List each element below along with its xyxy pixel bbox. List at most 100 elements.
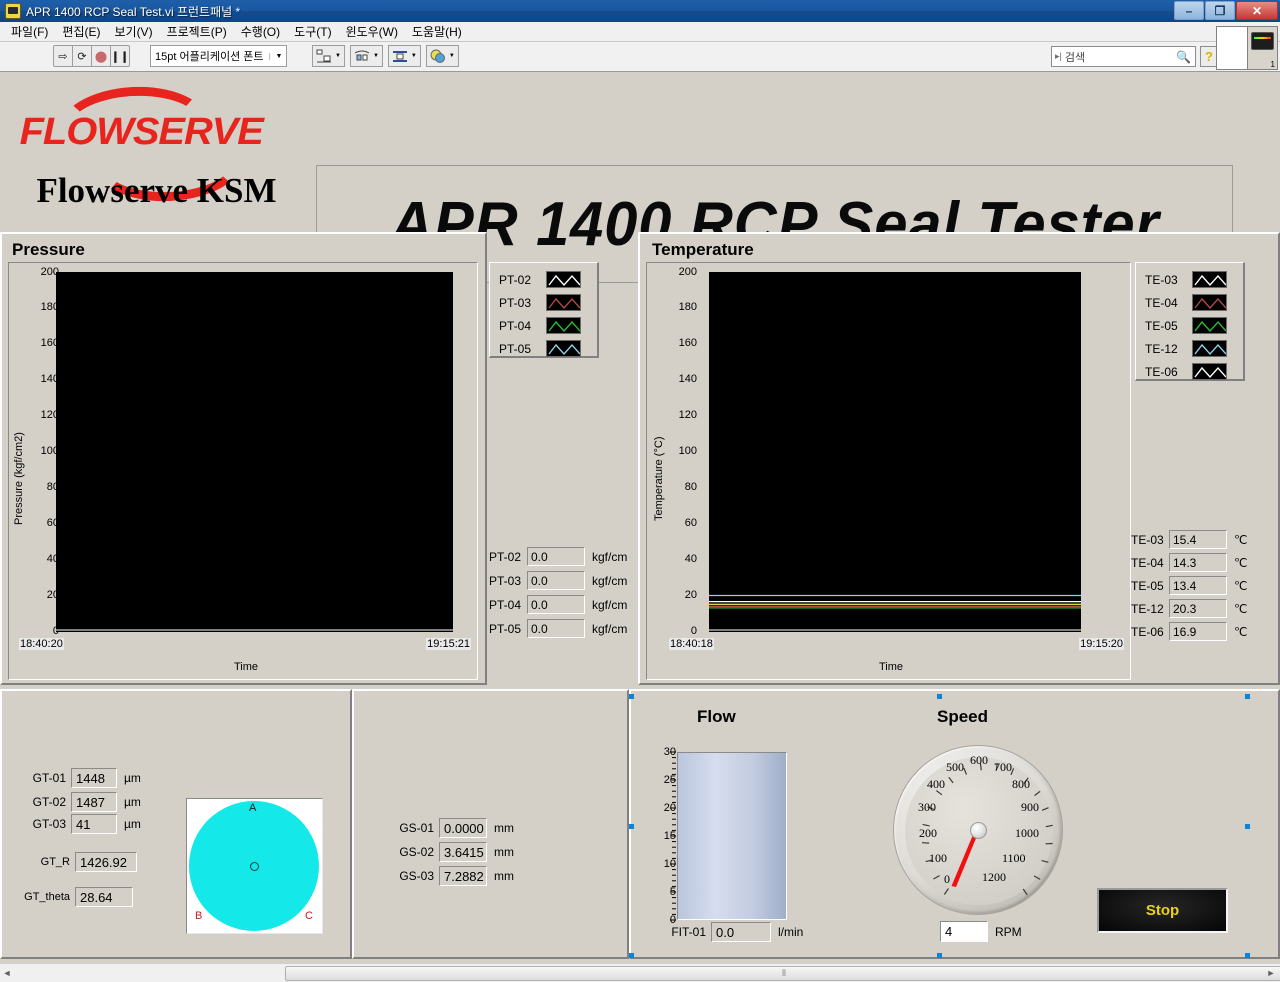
pressure-graph[interactable]: 200 180 160 140 120 100 80 60 40 20 0 Pr… [8, 262, 478, 680]
legend-plot-swatch[interactable] [1192, 271, 1227, 288]
gs-value[interactable]: 3.6415 [439, 842, 487, 862]
minimize-button[interactable]: – [1174, 1, 1204, 20]
scroll-right-arrow-icon[interactable]: ► [1264, 968, 1278, 978]
gt-value[interactable]: 1448 [71, 768, 117, 788]
pause-icon[interactable]: ❙❙ [110, 45, 130, 67]
selection-handle[interactable] [1245, 953, 1250, 958]
flow-tank-indicator[interactable] [677, 752, 787, 920]
stop-button[interactable]: Stop [1097, 888, 1228, 933]
gap-center-marker [250, 862, 259, 871]
indicator-value[interactable]: 0.0 [527, 547, 585, 566]
indicator-unit: kgf/cm [592, 621, 628, 636]
legend-item[interactable]: PT-02 [494, 268, 593, 291]
selection-handle[interactable] [629, 694, 634, 699]
selection-handle[interactable] [937, 953, 942, 958]
indicator-value[interactable]: 0.0 [527, 619, 585, 638]
flow-indicator-unit: l/min [778, 925, 804, 939]
gs-value[interactable]: 7.2882 [439, 866, 487, 886]
temperature-ytick: 120 [678, 409, 697, 421]
indicator-unit: ℃ [1234, 578, 1248, 593]
reorder-objects-icon[interactable]: ▼ [425, 45, 459, 67]
stop-button-label: Stop [1145, 902, 1180, 919]
selection-handle[interactable] [629, 953, 634, 958]
scroll-left-arrow-icon[interactable]: ◄ [0, 968, 14, 978]
menu-window[interactable]: 윈도우(W) [339, 21, 405, 42]
vi-icon-blank[interactable] [1217, 27, 1247, 69]
gs-value[interactable]: 0.0000 [439, 818, 487, 838]
menu-operate[interactable]: 수행(O) [234, 21, 287, 42]
menu-tools[interactable]: 도구(T) [287, 21, 338, 42]
flow-indicator-value[interactable]: 0.0 [711, 922, 771, 942]
font-selector[interactable]: 15pt 어플리케이션 폰트 ▼ [150, 45, 288, 67]
indicator-value[interactable]: 13.4 [1169, 576, 1227, 595]
pressure-plot-area[interactable] [56, 272, 453, 632]
indicator-value[interactable]: 0.0 [527, 595, 585, 614]
gap-label-a: A [249, 802, 257, 814]
magnifier-icon[interactable]: 🔍 [1176, 50, 1191, 64]
search-input[interactable]: ▸| 검색 🔍 [1051, 46, 1196, 67]
legend-item[interactable]: TE-12 [1140, 337, 1239, 360]
gt-value[interactable]: 41 [71, 814, 117, 834]
indicator-value[interactable]: 20.3 [1169, 599, 1227, 618]
labview-front-panel: APR 1400 RCP Seal Test.vi 프런트패널 * – ❐ ✕ … [0, 0, 1280, 982]
indicator-value[interactable]: 14.3 [1169, 553, 1227, 572]
legend-plot-swatch[interactable] [546, 294, 581, 311]
close-button[interactable]: ✕ [1236, 1, 1278, 20]
indicator-label: TE-03 [1131, 532, 1164, 547]
legend-item[interactable]: PT-04 [494, 314, 593, 337]
abort-stop-icon[interactable]: ⬤ [91, 45, 111, 67]
indicator-value[interactable]: 15.4 [1169, 530, 1227, 549]
resize-objects-icon[interactable]: ▼ [387, 45, 421, 67]
temperature-indicator-row: TE-05 13.4 ℃ [1131, 576, 1247, 595]
menu-help[interactable]: 도움말(H) [405, 21, 469, 42]
speed-gauge[interactable]: 0 100 200 300 400 500 600 700 800 900 10… [893, 745, 1063, 915]
horizontal-scrollbar[interactable]: ◄ ⦀ ► [0, 963, 1280, 982]
run-arrow-icon[interactable]: ⇨ [53, 45, 73, 67]
run-continuous-icon[interactable]: ⟳ [72, 45, 92, 67]
pressure-x-axis-label: Time [234, 661, 259, 673]
menu-project[interactable]: 프로젝트(P) [160, 21, 234, 42]
legend-item[interactable]: TE-04 [1140, 291, 1239, 314]
legend-plot-swatch[interactable] [1192, 317, 1227, 334]
gap-xy-plot[interactable]: A B C [186, 798, 323, 934]
temperature-indicator-row: TE-12 20.3 ℃ [1131, 599, 1247, 618]
legend-plot-swatch[interactable] [546, 317, 581, 334]
indicator-unit: ℃ [1234, 555, 1248, 570]
align-objects-icon[interactable]: ▼ [312, 45, 345, 67]
legend-item[interactable]: PT-03 [494, 291, 593, 314]
menu-file[interactable]: 파일(F) [4, 21, 55, 42]
gt-radius-row: GT_R 1426.92 [28, 852, 137, 872]
selection-handle[interactable] [937, 694, 942, 699]
indicator-unit: ℃ [1234, 532, 1248, 547]
chevron-down-icon: ▼ [335, 53, 341, 59]
gt-unit: µm [124, 795, 141, 809]
vi-thumbnail[interactable]: 1 [1247, 27, 1277, 69]
temperature-graph[interactable]: 200 180 160 140 120 100 80 60 40 20 0 Te… [646, 262, 1131, 680]
menu-view[interactable]: 보기(V) [107, 21, 159, 42]
legend-plot-swatch[interactable] [1192, 294, 1227, 311]
selection-handle[interactable] [1245, 694, 1250, 699]
menu-edit[interactable]: 편집(E) [55, 21, 107, 42]
legend-item[interactable]: TE-05 [1140, 314, 1239, 337]
speed-value[interactable]: 4 [940, 921, 988, 942]
legend-plot-swatch[interactable] [546, 340, 581, 357]
selection-handle[interactable] [1245, 824, 1250, 829]
gt-theta-value[interactable]: 28.64 [75, 887, 133, 907]
legend-item[interactable]: TE-06 [1140, 360, 1239, 383]
legend-item[interactable]: PT-05 [494, 337, 593, 360]
gt-value[interactable]: 1487 [71, 792, 117, 812]
legend-plot-swatch[interactable] [1192, 363, 1227, 380]
scrollbar-thumb[interactable]: ⦀ [285, 966, 1280, 981]
maximize-button[interactable]: ❐ [1205, 1, 1235, 20]
temperature-legend[interactable]: TE-03 TE-04 TE-05 TE-12 TE-06 [1135, 262, 1245, 381]
distribute-objects-icon[interactable]: ▼ [349, 45, 383, 67]
legend-plot-swatch[interactable] [1192, 340, 1227, 357]
gt-radius-value[interactable]: 1426.92 [75, 852, 137, 872]
pressure-legend[interactable]: PT-02 PT-03 PT-04 PT-05 [489, 262, 599, 358]
selection-handle[interactable] [629, 824, 634, 829]
legend-plot-swatch[interactable] [546, 271, 581, 288]
temperature-plot-area[interactable] [709, 272, 1081, 632]
indicator-value[interactable]: 0.0 [527, 571, 585, 590]
indicator-value[interactable]: 16.9 [1169, 622, 1227, 641]
legend-item[interactable]: TE-03 [1140, 268, 1239, 291]
